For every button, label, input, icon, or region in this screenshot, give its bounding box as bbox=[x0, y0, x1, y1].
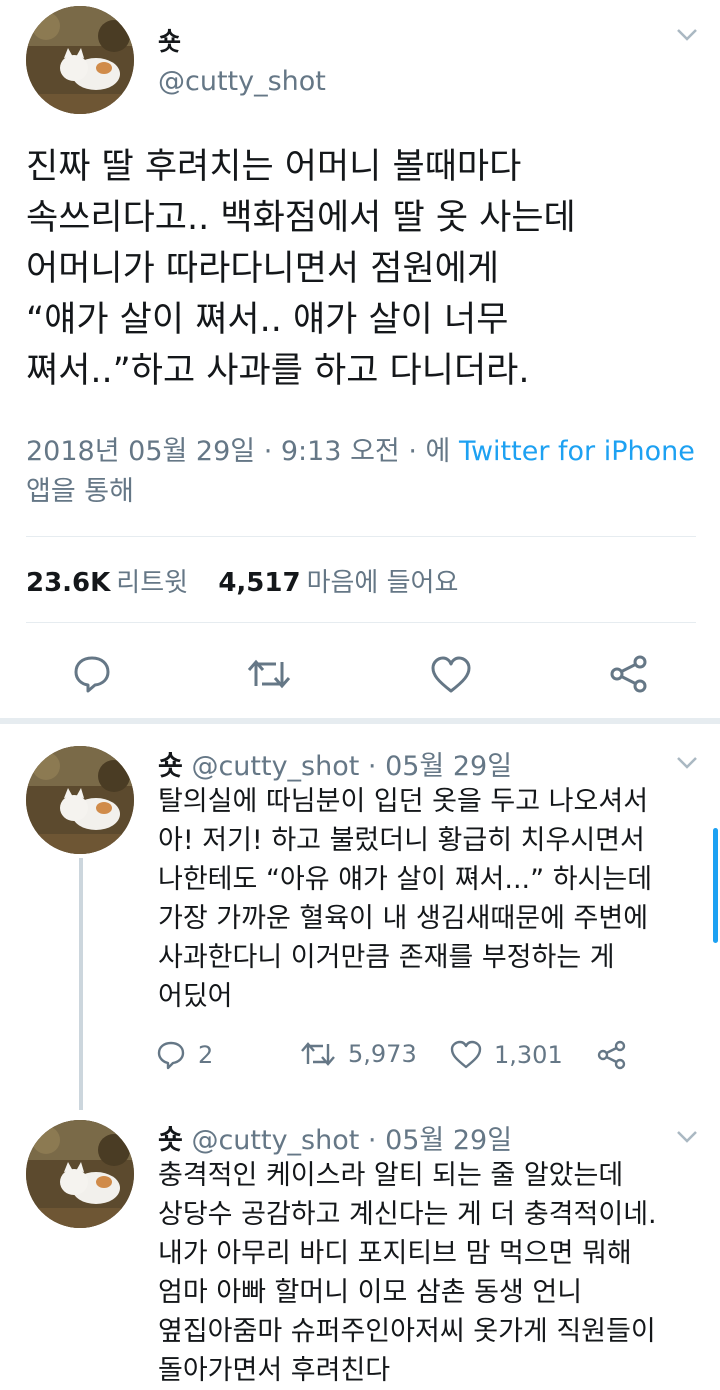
tweet-timestamp[interactable]: 2018년 05월 29일 · 9:13 오전 · 에 bbox=[26, 436, 459, 467]
retweet-icon[interactable] bbox=[246, 656, 292, 692]
reply-text-line: 옆집아줌마 슈퍼주인아저씨 옷가게 직원들이 bbox=[158, 1316, 656, 1347]
reply-text-line: 충격적인 케이스라 알티 되는 줄 알았는데 bbox=[158, 1160, 624, 1191]
reply-author-name[interactable]: 숏 bbox=[158, 751, 183, 782]
tweet-stats: 23.6K 리트윗 4,517 마음에 들어요 bbox=[26, 562, 480, 599]
like-icon bbox=[450, 1040, 482, 1069]
share-icon[interactable] bbox=[608, 654, 650, 694]
via-suffix: 앱을 통해 bbox=[26, 476, 134, 507]
reply-text-line: 아! 저기! 하고 불렀더니 황급히 치우시면서 bbox=[158, 825, 645, 856]
reply-text-line: 탈의실에 따님분이 입던 옷을 두고 나오셔서 bbox=[158, 786, 649, 817]
cat-photo-icon bbox=[26, 1120, 134, 1228]
share-icon bbox=[597, 1040, 626, 1070]
reply-author-handle[interactable]: @cutty_shot · 05월 29일 bbox=[191, 751, 512, 782]
avatar[interactable] bbox=[26, 6, 134, 114]
thread-line bbox=[79, 858, 83, 1110]
reply-count: 2 bbox=[198, 1041, 214, 1069]
cat-photo-icon bbox=[26, 6, 134, 114]
reply-text: 충격적인 케이스라 알티 되는 줄 알았는데 상당수 공감하고 계신다는 게 더… bbox=[158, 1156, 698, 1390]
tweet-text: 진짜 딸 후려치는 어머니 볼때마다 속쓰리다고.. 백화점에서 딸 옷 사는데… bbox=[26, 142, 706, 397]
reply-icon bbox=[157, 1041, 185, 1070]
tweet-meta: 2018년 05월 29일 · 9:13 오전 · 에 Twitter for … bbox=[26, 432, 706, 512]
reply-text-line: 상당수 공감하고 계신다는 게 더 충격적이네. bbox=[158, 1199, 657, 1230]
reply-text-line: 돌아가면서 후려친다 bbox=[158, 1355, 391, 1386]
reply-author-name[interactable]: 숏 bbox=[158, 1125, 183, 1156]
author-handle[interactable]: @cutty_shot bbox=[158, 66, 326, 97]
share-button[interactable] bbox=[596, 1040, 640, 1070]
chevron-down-icon[interactable] bbox=[676, 28, 698, 42]
avatar[interactable] bbox=[26, 746, 134, 854]
reply-header[interactable]: 숏 @cutty_shot · 05월 29일 bbox=[158, 1118, 512, 1157]
divider bbox=[26, 536, 696, 537]
retweet-count[interactable]: 23.6K bbox=[26, 568, 110, 598]
retweet-label[interactable]: 리트윗 bbox=[116, 568, 188, 598]
reply-text-line: 사과한다니 이거만큼 존재를 부정하는 게 bbox=[158, 942, 615, 973]
tweet-text-line: 쪄서..”하고 사과를 하고 다니더라. bbox=[26, 351, 530, 391]
like-count[interactable]: 4,517 bbox=[218, 568, 300, 598]
retweet-icon bbox=[301, 1042, 335, 1066]
reply-text-line: 나한테도 “아유 얘가 살이 쪄서...” 하시는데 bbox=[158, 864, 653, 895]
tweet-text-line: “얘가 살이 쪄서.. 얘가 살이 너무 bbox=[26, 300, 509, 340]
reply-icon[interactable] bbox=[72, 654, 112, 694]
reply-text: 탈의실에 따님분이 입던 옷을 두고 나오셔서 아! 저기! 하고 불렀더니 황… bbox=[158, 782, 698, 1016]
like-icon[interactable] bbox=[430, 656, 472, 694]
reply-author-handle[interactable]: @cutty_shot · 05월 29일 bbox=[191, 1125, 512, 1156]
retweet-button[interactable]: 5,973 bbox=[300, 1040, 417, 1068]
reply-text-line: 엄마 아빠 할머니 이모 삼촌 동생 언니 bbox=[158, 1277, 583, 1308]
chevron-down-icon[interactable] bbox=[676, 756, 698, 770]
tweet-text-line: 속쓰리다고.. 백화점에서 딸 옷 사는데 bbox=[26, 198, 576, 238]
reply-text-line: 어딨어 bbox=[158, 981, 233, 1012]
via-link[interactable]: Twitter for iPhone bbox=[459, 436, 695, 467]
reply-button[interactable]: 2 bbox=[156, 1040, 213, 1070]
avatar[interactable] bbox=[26, 1120, 134, 1228]
tweet-text-line: 어머니가 따라다니면서 점원에게 bbox=[26, 249, 500, 289]
like-button[interactable]: 1,301 bbox=[450, 1040, 563, 1070]
like-count: 1,301 bbox=[494, 1041, 563, 1069]
reply-text-line: 내가 아무리 바디 포지티브 맘 먹으면 뭐해 bbox=[158, 1238, 632, 1269]
section-separator bbox=[0, 718, 720, 724]
author-name[interactable]: 숏 bbox=[158, 22, 181, 58]
divider bbox=[26, 622, 696, 623]
retweet-count: 5,973 bbox=[348, 1040, 417, 1068]
cat-photo-icon bbox=[26, 746, 134, 854]
scrollbar[interactable] bbox=[713, 828, 718, 943]
reply-header[interactable]: 숏 @cutty_shot · 05월 29일 bbox=[158, 744, 512, 783]
tweet-text-line: 진짜 딸 후려치는 어머니 볼때마다 bbox=[26, 147, 522, 187]
like-label[interactable]: 마음에 들어요 bbox=[307, 568, 459, 598]
reply-text-line: 가장 가까운 혈육이 내 생김새때문에 주변에 bbox=[158, 903, 649, 934]
chevron-down-icon[interactable] bbox=[676, 1130, 698, 1144]
